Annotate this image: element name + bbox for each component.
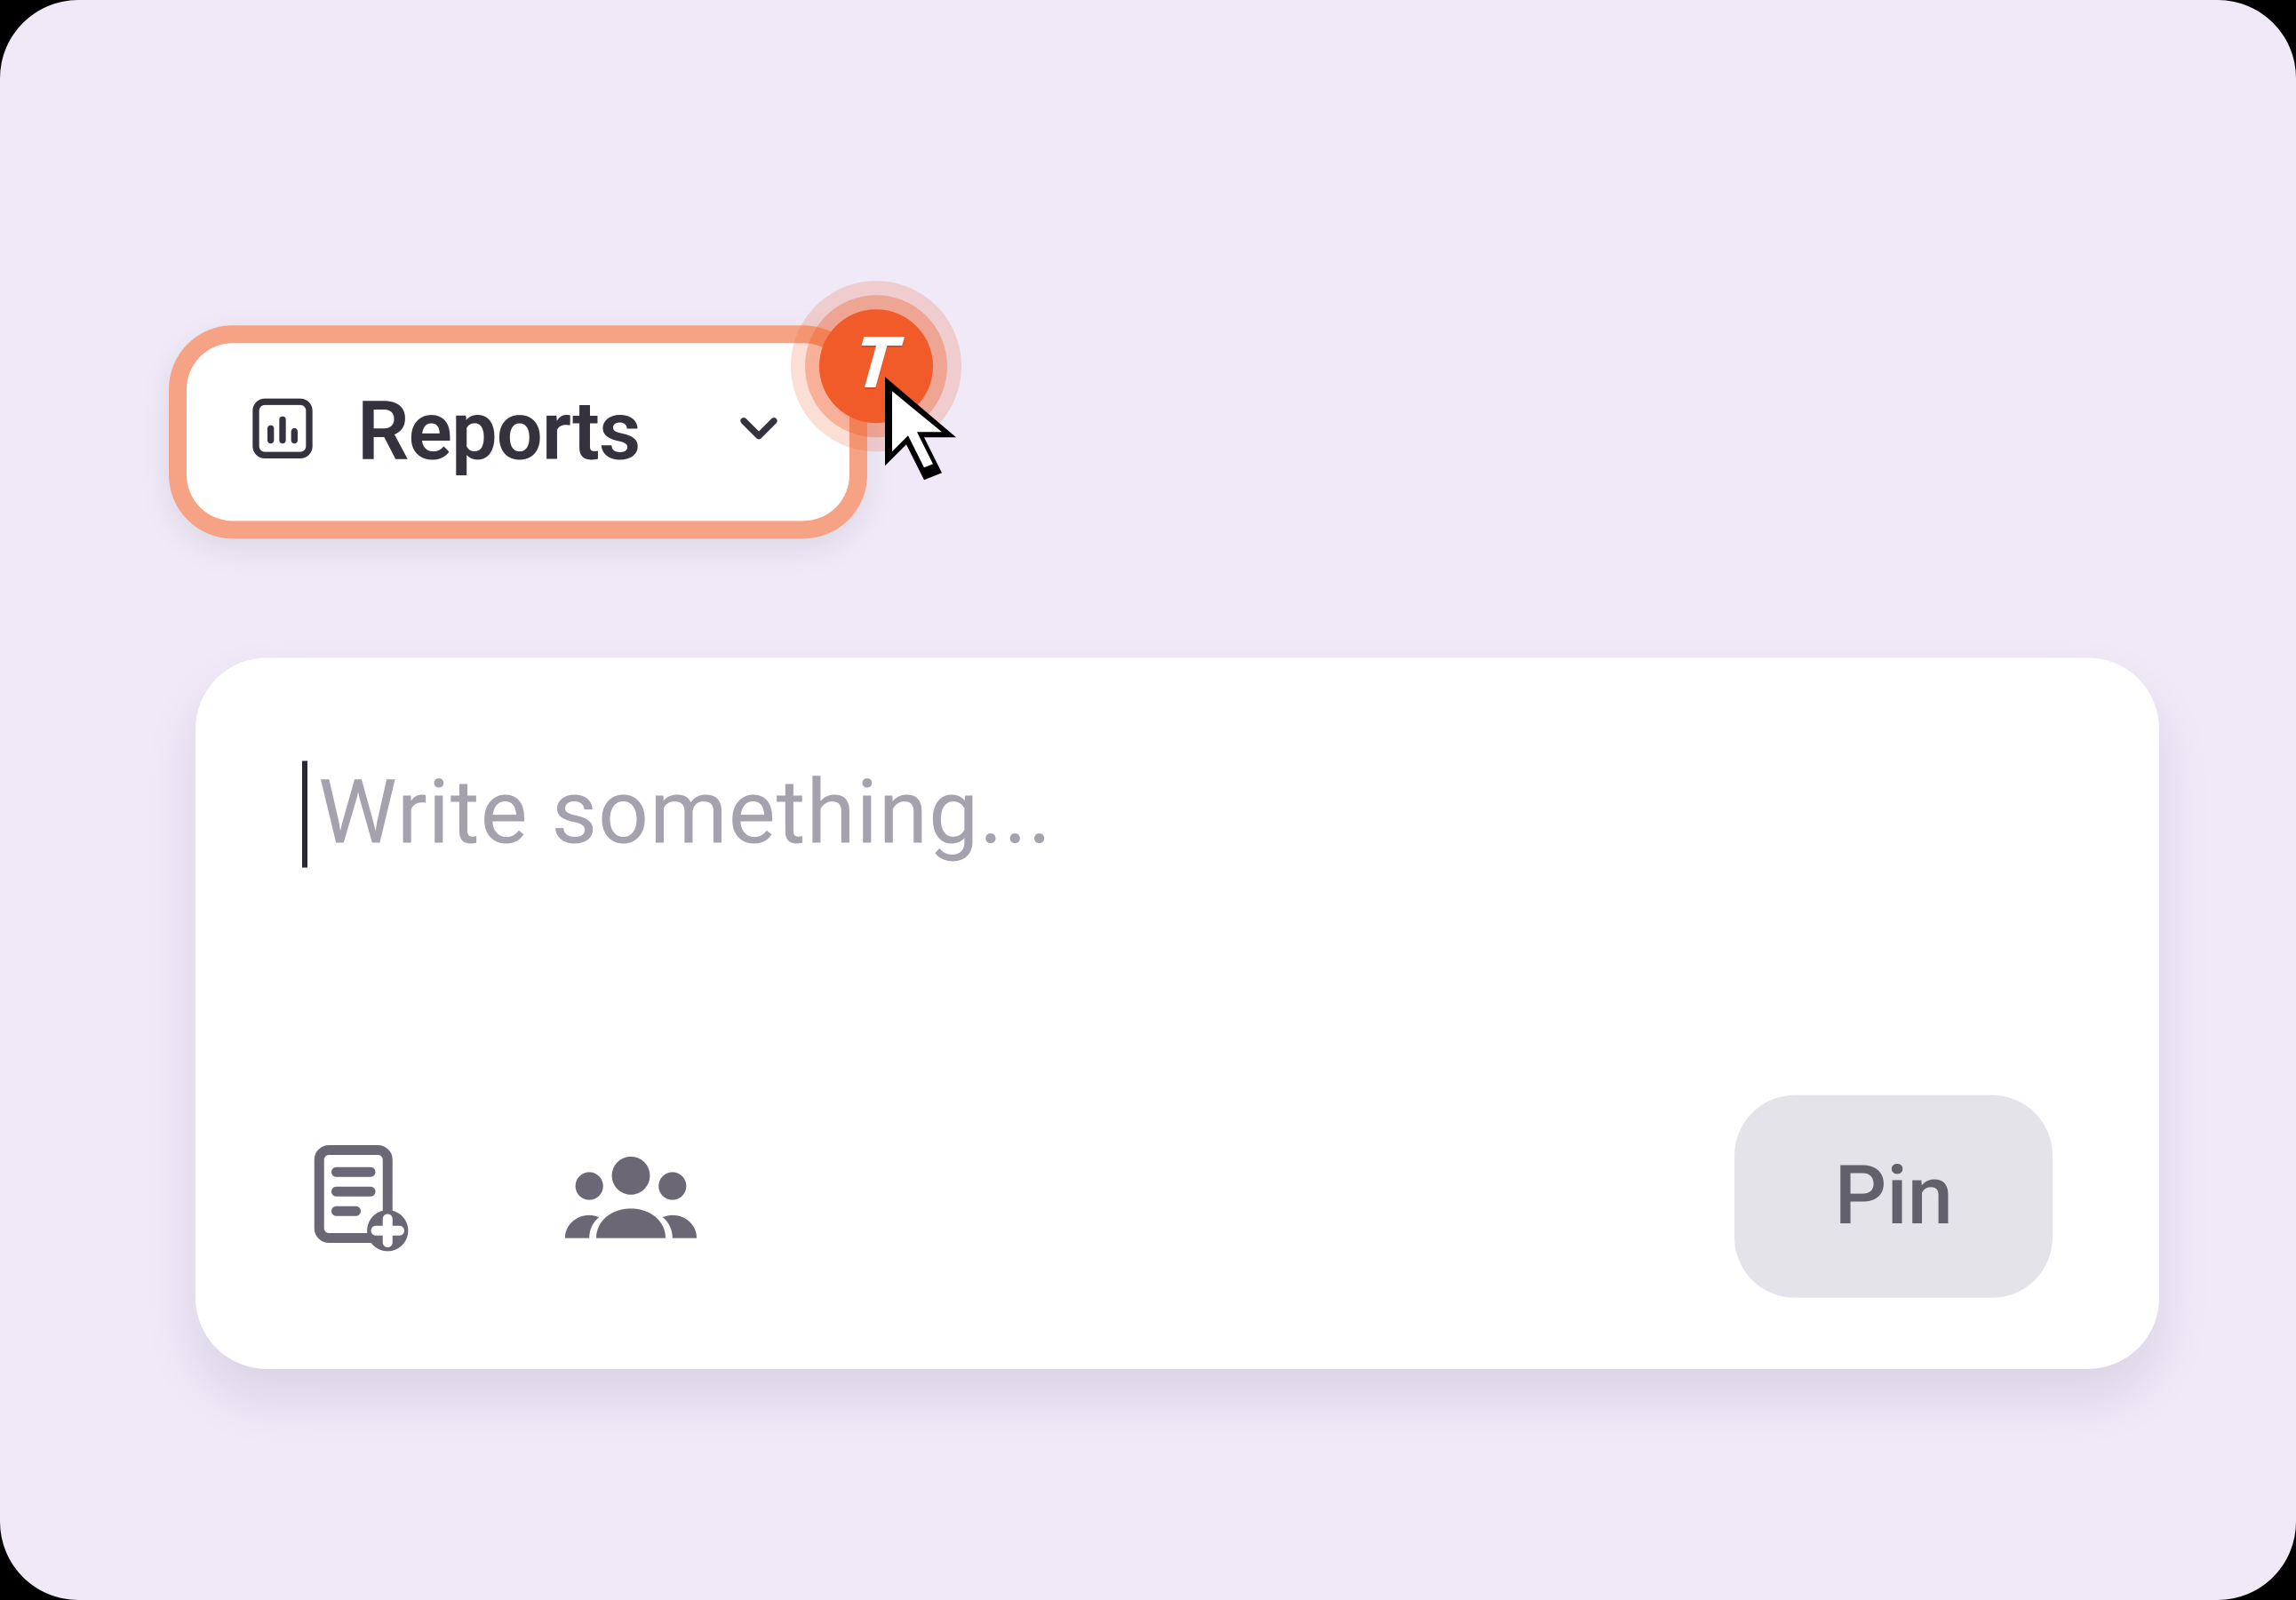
add-note-icon[interactable] xyxy=(302,1138,419,1255)
pin-button-label: Pin xyxy=(1835,1149,1953,1245)
composer-placeholder: Write something... xyxy=(318,762,1052,865)
reports-dropdown[interactable]: Reports xyxy=(169,325,867,538)
highlight-badge[interactable]: T xyxy=(791,281,961,451)
people-icon[interactable] xyxy=(562,1147,700,1246)
badge-glyph: T xyxy=(850,321,902,404)
composer-footer: Pin xyxy=(302,1095,2053,1298)
text-caret xyxy=(302,760,307,867)
app-panel: Reports T xyxy=(0,0,2296,1600)
pin-button[interactable]: Pin xyxy=(1735,1095,2053,1298)
bar-chart-icon xyxy=(247,393,318,471)
badge-core: T xyxy=(819,309,933,423)
reports-dropdown-label: Reports xyxy=(357,384,640,480)
composer-card: Write something... xyxy=(195,657,2159,1368)
chevron-down-icon xyxy=(729,398,789,466)
composer-input[interactable]: Write something... xyxy=(302,760,2053,867)
